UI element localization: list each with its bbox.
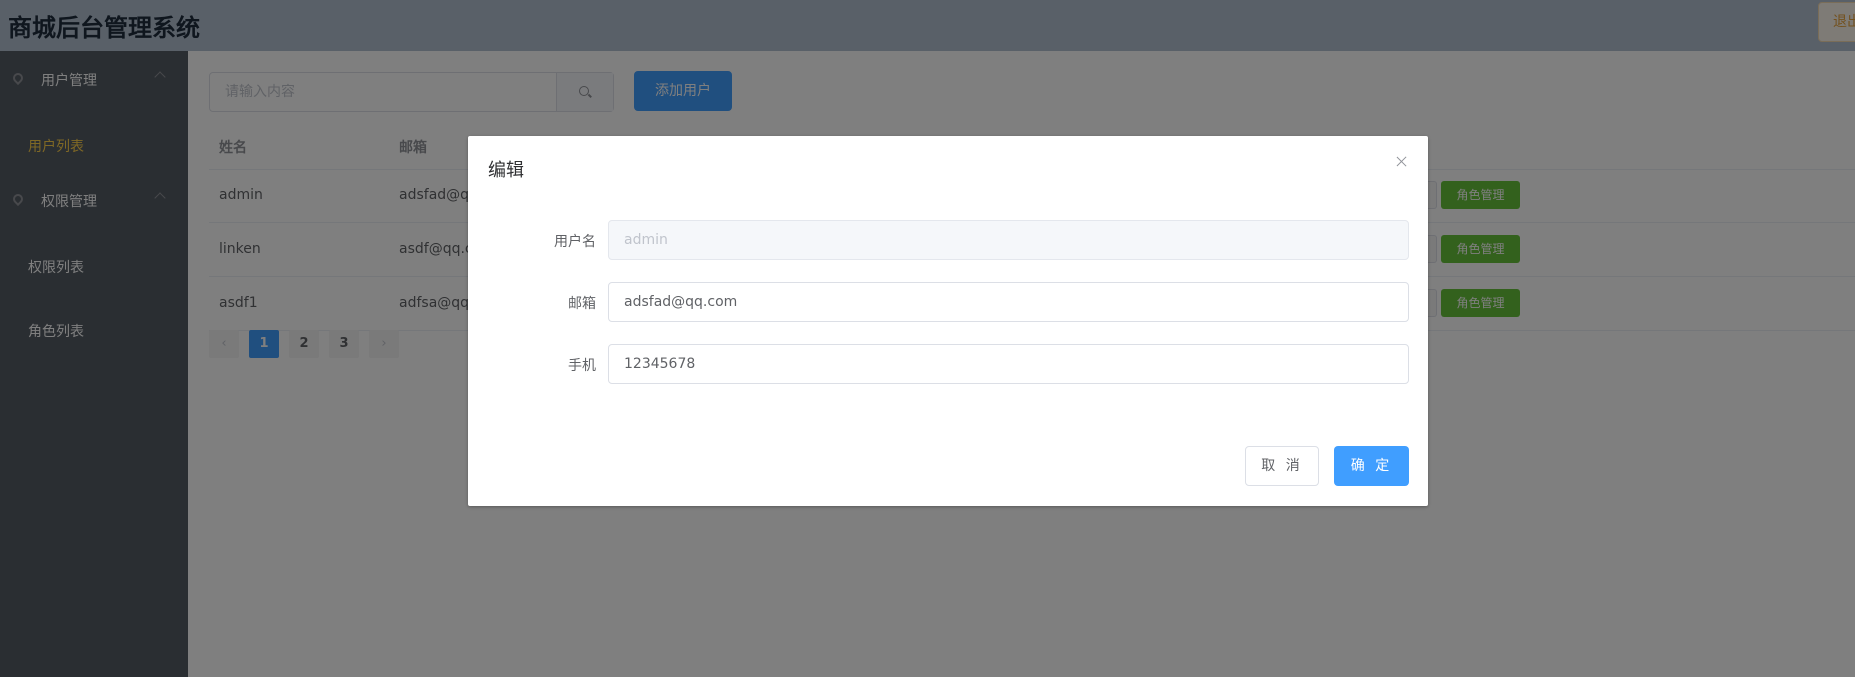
phone-field[interactable] <box>608 344 1409 384</box>
username-label: 用户名 <box>554 234 596 250</box>
username-field <box>608 220 1409 260</box>
cancel-button[interactable]: 取 消 <box>1245 446 1319 486</box>
close-icon[interactable] <box>1394 154 1410 170</box>
email-label: 邮箱 <box>568 296 596 312</box>
email-field[interactable] <box>608 282 1409 322</box>
phone-label: 手机 <box>568 358 596 374</box>
confirm-button[interactable]: 确 定 <box>1334 446 1409 486</box>
dialog-title: 编辑 <box>488 160 524 181</box>
edit-dialog: 编辑 用户名 邮箱 手机 取 消 确 定 <box>468 136 1428 506</box>
